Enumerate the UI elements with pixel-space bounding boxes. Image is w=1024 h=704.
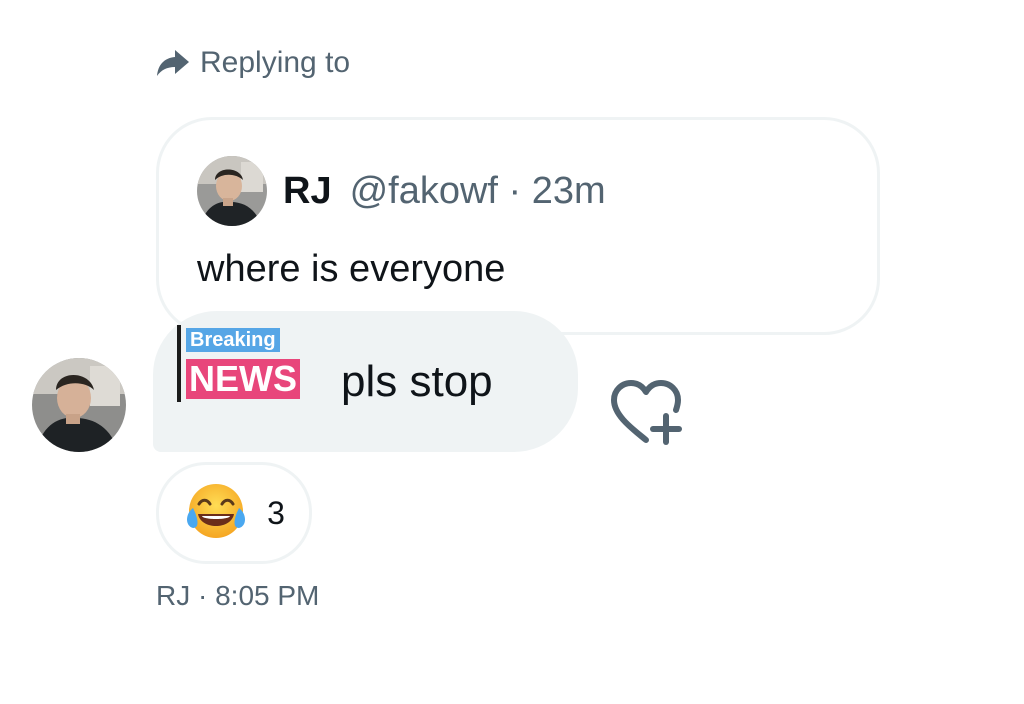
message-meta: RJ · 8:05 PM — [156, 580, 320, 611]
reaction-pill[interactable]: 3 — [156, 462, 312, 564]
breaking-label: Breaking — [186, 328, 280, 352]
quoted-message-text: where is everyone — [197, 248, 506, 290]
quoted-author-name: RJ — [283, 169, 332, 212]
sticker-bar — [177, 325, 181, 402]
breaking-news-sticker: Breaking NEWS — [177, 325, 317, 405]
replying-to-line: Replying to — [156, 46, 360, 80]
reaction-count: 3 — [267, 494, 285, 531]
quoted-message[interactable]: RJ @fakowf · 23m where is everyone — [156, 117, 880, 335]
dm-conversation: Replying to RJ @fakowf · 23m where is ev… — [0, 0, 1024, 704]
message-text: pls stop — [341, 357, 493, 406]
news-label-text: NEWS — [189, 358, 297, 399]
reply-arrow-icon — [156, 48, 190, 78]
message-bubble[interactable]: Breaking NEWS pls stop — [153, 311, 578, 452]
sender-avatar[interactable] — [32, 358, 126, 452]
face-with-tears-of-joy-icon — [187, 484, 246, 538]
heart-plus-icon — [611, 380, 682, 445]
replying-to-label: Replying to — [200, 46, 351, 79]
quoted-avatar[interactable] — [197, 156, 267, 226]
quoted-author-handle-time: @fakowf · 23m — [349, 169, 606, 212]
news-label: NEWS — [186, 359, 300, 399]
add-reaction-button[interactable] — [606, 378, 686, 446]
quoted-message-header: RJ @fakowf · 23m — [197, 156, 606, 226]
